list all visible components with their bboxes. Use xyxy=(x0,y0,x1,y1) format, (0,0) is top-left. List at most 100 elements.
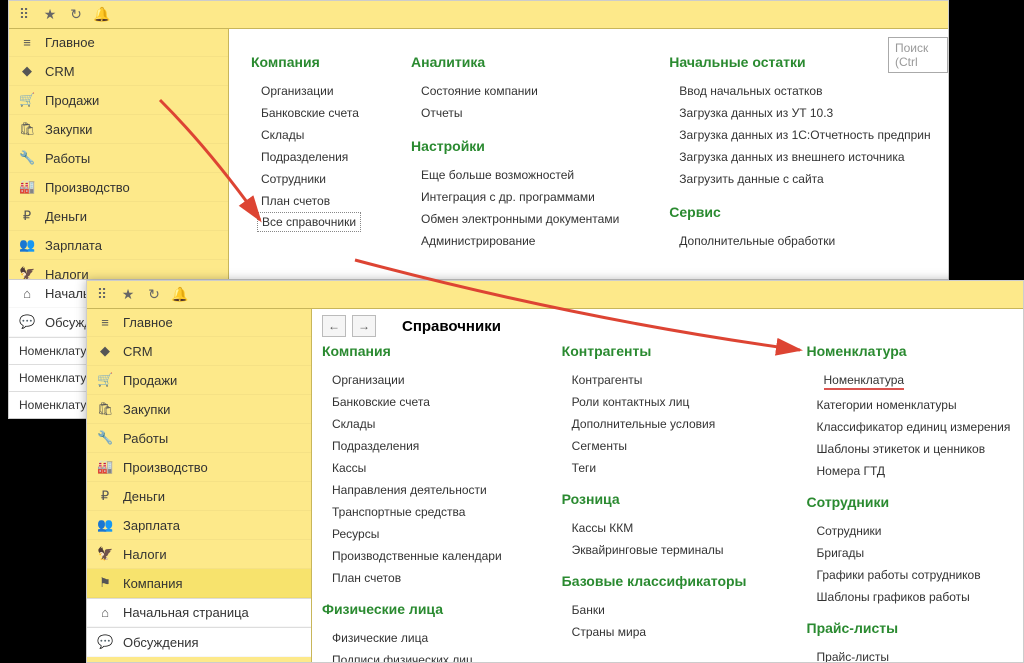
menu-link[interactable]: Подразделения xyxy=(322,435,502,457)
menu-link[interactable]: Роли контактных лиц xyxy=(562,391,747,413)
menu-link[interactable]: Отчеты xyxy=(411,102,619,124)
sidebar-item[interactable]: 🦅Налоги xyxy=(87,540,311,569)
menu-link[interactable]: Кассы xyxy=(322,457,502,479)
menu-link[interactable]: План счетов xyxy=(251,190,361,212)
menu-link[interactable]: Загрузка данных из 1С:Отчетность предпри… xyxy=(669,124,930,146)
sidebar-item[interactable]: 🛒Продажи xyxy=(9,86,228,115)
menu-link[interactable]: Производственные календари xyxy=(322,545,502,567)
history-icon[interactable]: ↻ xyxy=(67,6,85,24)
sidebar-item[interactable]: 💬Обсуждения xyxy=(87,627,311,657)
sidebar-item[interactable]: 🏭Производство xyxy=(87,453,311,482)
sidebar-label: Деньги xyxy=(45,209,87,224)
menu-link[interactable]: Банковские счета xyxy=(251,102,361,124)
menu-link[interactable]: Все справочники xyxy=(257,212,361,232)
menu-link[interactable]: Ресурсы xyxy=(322,523,502,545)
menu-link[interactable]: Классификатор единиц измерения xyxy=(807,416,1011,438)
menu-link[interactable]: Подписи физических лиц xyxy=(322,649,502,662)
sidebar-item[interactable]: 🔧Работы xyxy=(87,424,311,453)
history-icon[interactable]: ↻ xyxy=(145,286,163,304)
toolbar-top-2: ⠿ ★ ↻ 🔔 xyxy=(87,281,1023,309)
apps-icon[interactable]: ⠿ xyxy=(15,6,33,24)
sidebar-label: Зарплата xyxy=(45,238,102,253)
bell-icon[interactable]: 🔔 xyxy=(93,6,111,24)
menu-link[interactable]: Сотрудники xyxy=(807,520,1011,542)
search-input[interactable]: Поиск (Ctrl xyxy=(888,37,948,73)
menu-link[interactable]: Графики работы сотрудников xyxy=(807,564,1011,586)
section-header: Номенклатура xyxy=(807,343,1011,359)
menu-link[interactable]: Шаблоны этикеток и ценников xyxy=(807,438,1011,460)
menu-link[interactable]: Шаблоны графиков работы xyxy=(807,586,1011,608)
sidebar-item[interactable]: ◆CRM xyxy=(87,337,311,366)
menu-link[interactable]: Номенклатура xyxy=(807,369,1011,394)
menu-link[interactable]: Направления деятельности xyxy=(322,479,502,501)
sidebar-item[interactable]: ◆CRM xyxy=(9,57,228,86)
menu-link[interactable]: Загрузить данные с сайта xyxy=(669,168,930,190)
sidebar-item[interactable]: ≡Главное xyxy=(9,29,228,57)
sidebar-item[interactable]: 👥Зарплата xyxy=(87,511,311,540)
bell-icon[interactable]: 🔔 xyxy=(171,286,189,304)
menu-link[interactable]: Сотрудники xyxy=(251,168,361,190)
menu-link[interactable]: Организации xyxy=(251,80,361,102)
sidebar-item[interactable]: ₽Деньги xyxy=(87,482,311,511)
menu-link[interactable]: Бригады xyxy=(807,542,1011,564)
menu-link[interactable]: Физические лица xyxy=(322,627,502,649)
menu-link[interactable]: Номера ГТД xyxy=(807,460,1011,482)
menu-link[interactable]: Ввод начальных остатков xyxy=(669,80,930,102)
star-icon[interactable]: ★ xyxy=(119,286,137,304)
sidebar-label: Производство xyxy=(123,460,208,475)
sidebar-item[interactable]: ⚑Компания xyxy=(87,569,311,598)
sidebar-label: Закупки xyxy=(45,122,92,137)
sidebar-item[interactable]: 🛍Закупки xyxy=(87,395,311,424)
menu-link[interactable]: Контрагенты xyxy=(562,369,747,391)
nav-forward-button[interactable]: → xyxy=(352,315,376,337)
menu-link[interactable]: Банковские счета xyxy=(322,391,502,413)
menu-icon: ⌂ xyxy=(97,605,113,620)
sidebar-item[interactable]: 🛍Закупки xyxy=(9,115,228,144)
section-header: Настройки xyxy=(411,138,619,154)
sidebar-item[interactable]: 🦅Налоги xyxy=(9,260,228,279)
sidebar-item[interactable]: 🛒Продажи xyxy=(87,366,311,395)
menu-link[interactable]: Банки xyxy=(562,599,747,621)
menu-link[interactable]: Транспортные средства xyxy=(322,501,502,523)
menu-link[interactable]: Загрузка данных из УТ 10.3 xyxy=(669,102,930,124)
menu-link[interactable]: Подразделения xyxy=(251,146,361,168)
menu-link[interactable]: Состояние компании xyxy=(411,80,619,102)
menu-link[interactable]: Еще больше возможностей xyxy=(411,164,619,186)
menu-link[interactable]: Теги xyxy=(562,457,747,479)
sidebar-label: Обсуждения xyxy=(123,635,199,650)
menu-link[interactable]: Категории номенклатуры xyxy=(807,394,1011,416)
sidebar-item[interactable]: ⌂ Начальная страница xyxy=(87,598,311,627)
page-title: Справочники xyxy=(402,318,501,335)
section-header: Компания xyxy=(251,54,361,70)
sidebar-item[interactable]: 🔧Работы xyxy=(9,144,228,173)
menu-link[interactable]: Дополнительные обработки xyxy=(669,230,930,252)
sidebar-label: Начальная страница xyxy=(123,605,249,620)
sidebar-label: Закупки xyxy=(123,402,170,417)
star-icon[interactable]: ★ xyxy=(41,6,59,24)
menu-link[interactable]: Эквайринговые терминалы xyxy=(562,539,747,561)
menu-link[interactable]: Обмен электронными документами xyxy=(411,208,619,230)
menu-link[interactable]: Страны мира xyxy=(562,621,747,643)
menu-link[interactable]: Администрирование xyxy=(411,230,619,252)
sidebar-item[interactable]: 🏭Производство xyxy=(9,173,228,202)
menu-link[interactable]: Дополнительные условия xyxy=(562,413,747,435)
apps-icon[interactable]: ⠿ xyxy=(93,286,111,304)
sidebar-item[interactable]: ≡Главное xyxy=(87,309,311,337)
menu-icon: 🔧 xyxy=(97,430,113,446)
sidebar-label: CRM xyxy=(45,64,75,79)
menu-link[interactable]: Организации xyxy=(322,369,502,391)
menu-link[interactable]: Кассы ККМ xyxy=(562,517,747,539)
nav-back-button[interactable]: ← xyxy=(322,315,346,337)
menu-icon: 🛒 xyxy=(97,372,113,388)
menu-link[interactable]: Склады xyxy=(251,124,361,146)
menu-link[interactable]: Прайс-листы xyxy=(807,646,1011,662)
menu-link[interactable]: План счетов xyxy=(322,567,502,589)
menu-link[interactable]: Интеграция с др. программами xyxy=(411,186,619,208)
menu-link[interactable]: Склады xyxy=(322,413,502,435)
sidebar-item[interactable]: ₽Деньги xyxy=(9,202,228,231)
menu-link[interactable]: Сегменты xyxy=(562,435,747,457)
sidebar-label: Продажи xyxy=(45,93,99,108)
menu-link[interactable]: Загрузка данных из внешнего источника xyxy=(669,146,930,168)
menu-icon: 🦅 xyxy=(97,546,113,562)
sidebar-item[interactable]: 👥Зарплата xyxy=(9,231,228,260)
